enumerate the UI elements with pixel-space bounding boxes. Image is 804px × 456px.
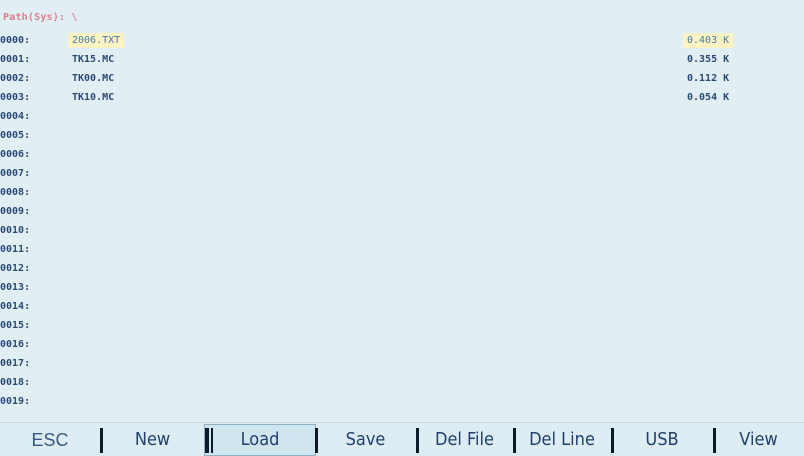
row-index: 0003:: [0, 92, 31, 103]
row-index: 0000:: [0, 35, 31, 46]
function-key-bar: ESC New Load Save Del File Del Line USB View: [0, 422, 804, 456]
file-row[interactable]: 0016:: [0, 335, 804, 354]
file-row[interactable]: 0019:: [0, 392, 804, 411]
row-index: 0009:: [0, 206, 31, 217]
file-row[interactable]: 0012:: [0, 259, 804, 278]
del-line-button[interactable]: Del Line: [513, 425, 611, 455]
file-row[interactable]: 0011:: [0, 240, 804, 259]
file-row[interactable]: 0005:: [0, 126, 804, 145]
file-size: 0.403 K: [683, 33, 734, 48]
file-row[interactable]: 0017:: [0, 354, 804, 373]
file-row[interactable]: 0009:: [0, 202, 804, 221]
current-path: Path(Sys): \: [3, 12, 78, 23]
row-index: 0018:: [0, 377, 31, 388]
usb-button[interactable]: USB: [611, 425, 713, 455]
file-row[interactable]: 0010:: [0, 221, 804, 240]
row-index: 0001:: [0, 54, 31, 65]
row-index: 0002:: [0, 73, 31, 84]
new-button[interactable]: New: [100, 425, 205, 455]
load-button[interactable]: Load: [204, 423, 316, 456]
file-browser-screen: Path(Sys): \ 0000: 2006.TXT 0.403 K 0001: TK…: [0, 0, 804, 422]
file-size: 0.112 K: [687, 73, 730, 84]
file-row[interactable]: 0008:: [0, 183, 804, 202]
file-row[interactable]: 0015:: [0, 316, 804, 335]
row-index: 0005:: [0, 130, 31, 141]
row-index: 0017:: [0, 358, 31, 369]
row-index: 0006:: [0, 149, 31, 160]
row-index: 0016:: [0, 339, 31, 350]
row-index: 0004:: [0, 111, 31, 122]
file-row[interactable]: 0014:: [0, 297, 804, 316]
file-name[interactable]: TK15.MC: [68, 52, 118, 67]
file-name[interactable]: 2006.TXT: [68, 33, 125, 48]
row-index: 0014:: [0, 301, 31, 312]
row-index: 0007:: [0, 168, 31, 179]
row-index: 0011:: [0, 244, 31, 255]
esc-button[interactable]: ESC: [0, 425, 100, 455]
file-list: 0000: 2006.TXT 0.403 K 0001: TK15.MC 0.355 K0…: [0, 31, 804, 411]
row-index: 0019:: [0, 396, 31, 407]
file-row[interactable]: 0004:: [0, 107, 804, 126]
row-index: 0015:: [0, 320, 31, 331]
row-index: 0012:: [0, 263, 31, 274]
file-name[interactable]: TK00.MC: [68, 71, 118, 86]
file-row[interactable]: 0018:: [0, 373, 804, 392]
file-row[interactable]: 0013:: [0, 278, 804, 297]
file-row[interactable]: 0003: TK10.MC 0.054 K: [0, 88, 804, 107]
del-file-button[interactable]: Del File: [416, 425, 513, 455]
file-row[interactable]: 0007:: [0, 164, 804, 183]
row-index: 0008:: [0, 187, 31, 198]
file-size: 0.054 K: [687, 92, 730, 103]
file-row[interactable]: 0000: 2006.TXT 0.403 K: [0, 31, 804, 50]
file-row[interactable]: 0002: TK00.MC 0.112 K: [0, 69, 804, 88]
row-index: 0010:: [0, 225, 31, 236]
file-name[interactable]: TK10.MC: [68, 90, 118, 105]
row-index: 0013:: [0, 282, 31, 293]
view-button[interactable]: View: [713, 425, 804, 455]
file-size: 0.355 K: [687, 54, 730, 65]
file-row[interactable]: 0001: TK15.MC 0.355 K: [0, 50, 804, 69]
save-button[interactable]: Save: [315, 425, 416, 455]
file-row[interactable]: 0006:: [0, 145, 804, 164]
